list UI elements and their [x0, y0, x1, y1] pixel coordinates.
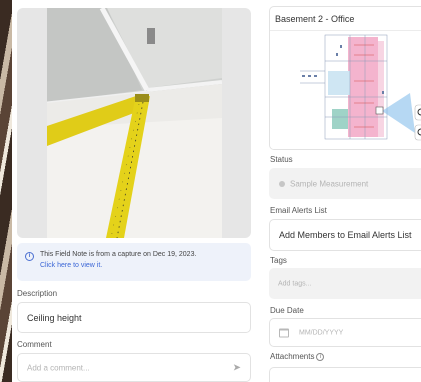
status-value: Sample Measurement: [290, 179, 369, 188]
tags-label: Tags: [270, 256, 287, 265]
description-value: Ceiling height: [27, 312, 82, 323]
comment-input[interactable]: Add a comment... ➤: [17, 353, 251, 382]
view-capture-link[interactable]: Click here to view it.: [40, 262, 102, 269]
due-date-placeholder: MM/DD/YYYY: [299, 329, 344, 336]
info-icon[interactable]: i: [316, 352, 325, 361]
floor-plan-card[interactable]: Basement 2 - Office: [269, 6, 421, 150]
attachments-dropzone[interactable]: [269, 367, 421, 382]
add-email-alerts-text: Add Members to Email Alerts List: [279, 230, 412, 240]
attachments-label: Attachments: [270, 352, 315, 361]
add-email-alerts-button[interactable]: Add Members to Email Alerts List: [269, 219, 421, 251]
capture-note-text: This Field Note is from a capture on Dec…: [40, 251, 197, 258]
tags-placeholder: Add tags...: [278, 280, 312, 287]
description-label: Description: [17, 289, 58, 298]
comment-placeholder: Add a comment...: [27, 363, 90, 372]
capture-note: i This Field Note is from a capture on D…: [17, 243, 251, 281]
tags-input[interactable]: Add tags...: [269, 268, 421, 299]
info-icon: i: [25, 252, 34, 261]
status-label: Status: [270, 155, 293, 164]
comment-label: Comment: [17, 340, 52, 349]
photo-card[interactable]: [17, 8, 251, 238]
email-alerts-label: Email Alerts List: [270, 206, 327, 215]
due-date-input[interactable]: MM/DD/YYYY: [269, 318, 421, 347]
plan-title: Basement 2 - Office: [275, 14, 355, 24]
due-date-label: Due Date: [270, 306, 304, 315]
background-photo-strip: [0, 0, 12, 382]
attachments-label-row: Attachments i: [270, 352, 325, 361]
status-select[interactable]: Sample Measurement: [269, 168, 421, 199]
status-dot-icon: [279, 180, 285, 187]
send-icon[interactable]: ➤: [233, 362, 241, 373]
calendar-icon[interactable]: [279, 328, 289, 337]
description-field[interactable]: Ceiling height: [17, 302, 251, 333]
capture-photo: [47, 8, 222, 238]
floor-plan-map[interactable]: [270, 31, 421, 150]
